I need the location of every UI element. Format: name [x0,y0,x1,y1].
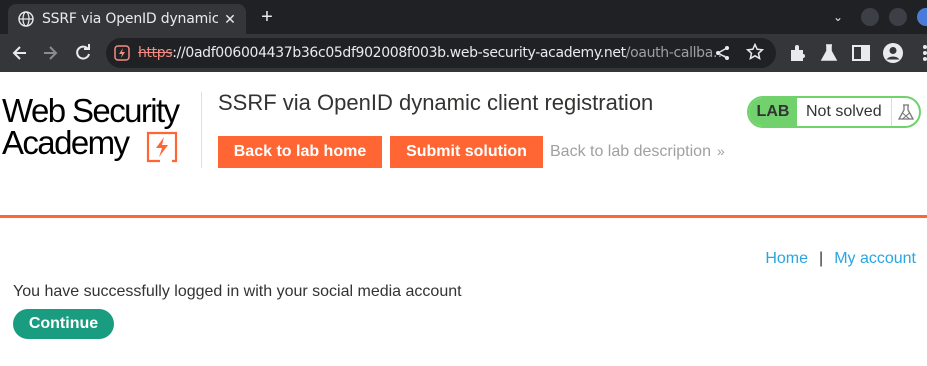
double-chevron-right-icon: » [716,143,725,159]
browser-toolbar: https://0adf006004437b36c05df902008f003b… [0,34,927,72]
nav-separator: | [819,250,824,267]
logo-lightning-icon [146,131,178,163]
submit-solution-button[interactable]: Submit solution [390,136,543,168]
bookmark-star-icon[interactable] [746,43,764,61]
logo-text-line1: Web Security [2,92,180,129]
url-path: /oauth-callba… [625,45,727,61]
back-to-lab-description-link[interactable]: Back to lab description » [550,143,725,161]
page-title: SSRF via OpenID dynamic client registrat… [218,90,654,115]
new-tab-button[interactable]: + [256,6,278,28]
browser-tab[interactable]: SSRF via OpenID dynamic client registrat… [8,4,246,34]
reload-icon[interactable] [73,43,93,63]
tab-title: SSRF via OpenID dynamic client registrat… [42,11,218,27]
globe-icon [18,11,34,27]
web-security-academy-logo[interactable]: Web Security Academy [2,94,202,168]
account-nav: Home | My account [765,250,916,268]
header-divider [201,92,202,168]
window-controls: ⌄ [833,0,927,34]
logo-text-line2: Academy [2,124,130,161]
side-panel-icon[interactable] [850,42,872,64]
menu-icon[interactable] [914,42,927,64]
extensions-icon[interactable] [786,42,808,64]
lab-status-widget: LAB Not solved [747,96,921,128]
url-text[interactable]: https://0adf006004437b36c05df902008f003b… [138,45,738,61]
home-link[interactable]: Home [765,250,808,267]
url-host: ://0adf006004437b36c05df902008f003b.web-… [172,45,626,61]
lab-badge: LAB [749,98,797,126]
lab-flask-icon [891,98,919,126]
maximize-button[interactable] [889,8,907,26]
url-scheme: https [138,45,173,61]
not-secure-icon[interactable] [114,45,130,61]
address-bar[interactable]: https://0adf006004437b36c05df902008f003b… [106,38,776,68]
extensions-area [786,42,927,64]
back-icon[interactable] [10,43,30,63]
close-window-button[interactable] [917,8,927,26]
forward-icon[interactable] [40,43,60,63]
tab-search-icon[interactable]: ⌄ [833,10,843,24]
browser-tabstrip: SSRF via OpenID dynamic client registrat… [0,0,927,34]
profile-icon[interactable] [882,42,904,64]
share-icon[interactable] [714,44,732,62]
lab-status-text: Not solved [806,103,882,120]
labs-flask-icon[interactable] [818,42,840,64]
continue-button[interactable]: Continue [13,309,114,339]
header-rule [0,215,927,218]
close-tab-icon[interactable]: ✕ [222,11,238,27]
minimize-button[interactable] [861,8,879,26]
login-success-message: You have successfully logged in with you… [13,283,462,300]
my-account-link[interactable]: My account [834,250,916,267]
back-to-lab-home-button[interactable]: Back to lab home [218,136,382,168]
back-to-lab-description-label: Back to lab description [550,143,711,160]
